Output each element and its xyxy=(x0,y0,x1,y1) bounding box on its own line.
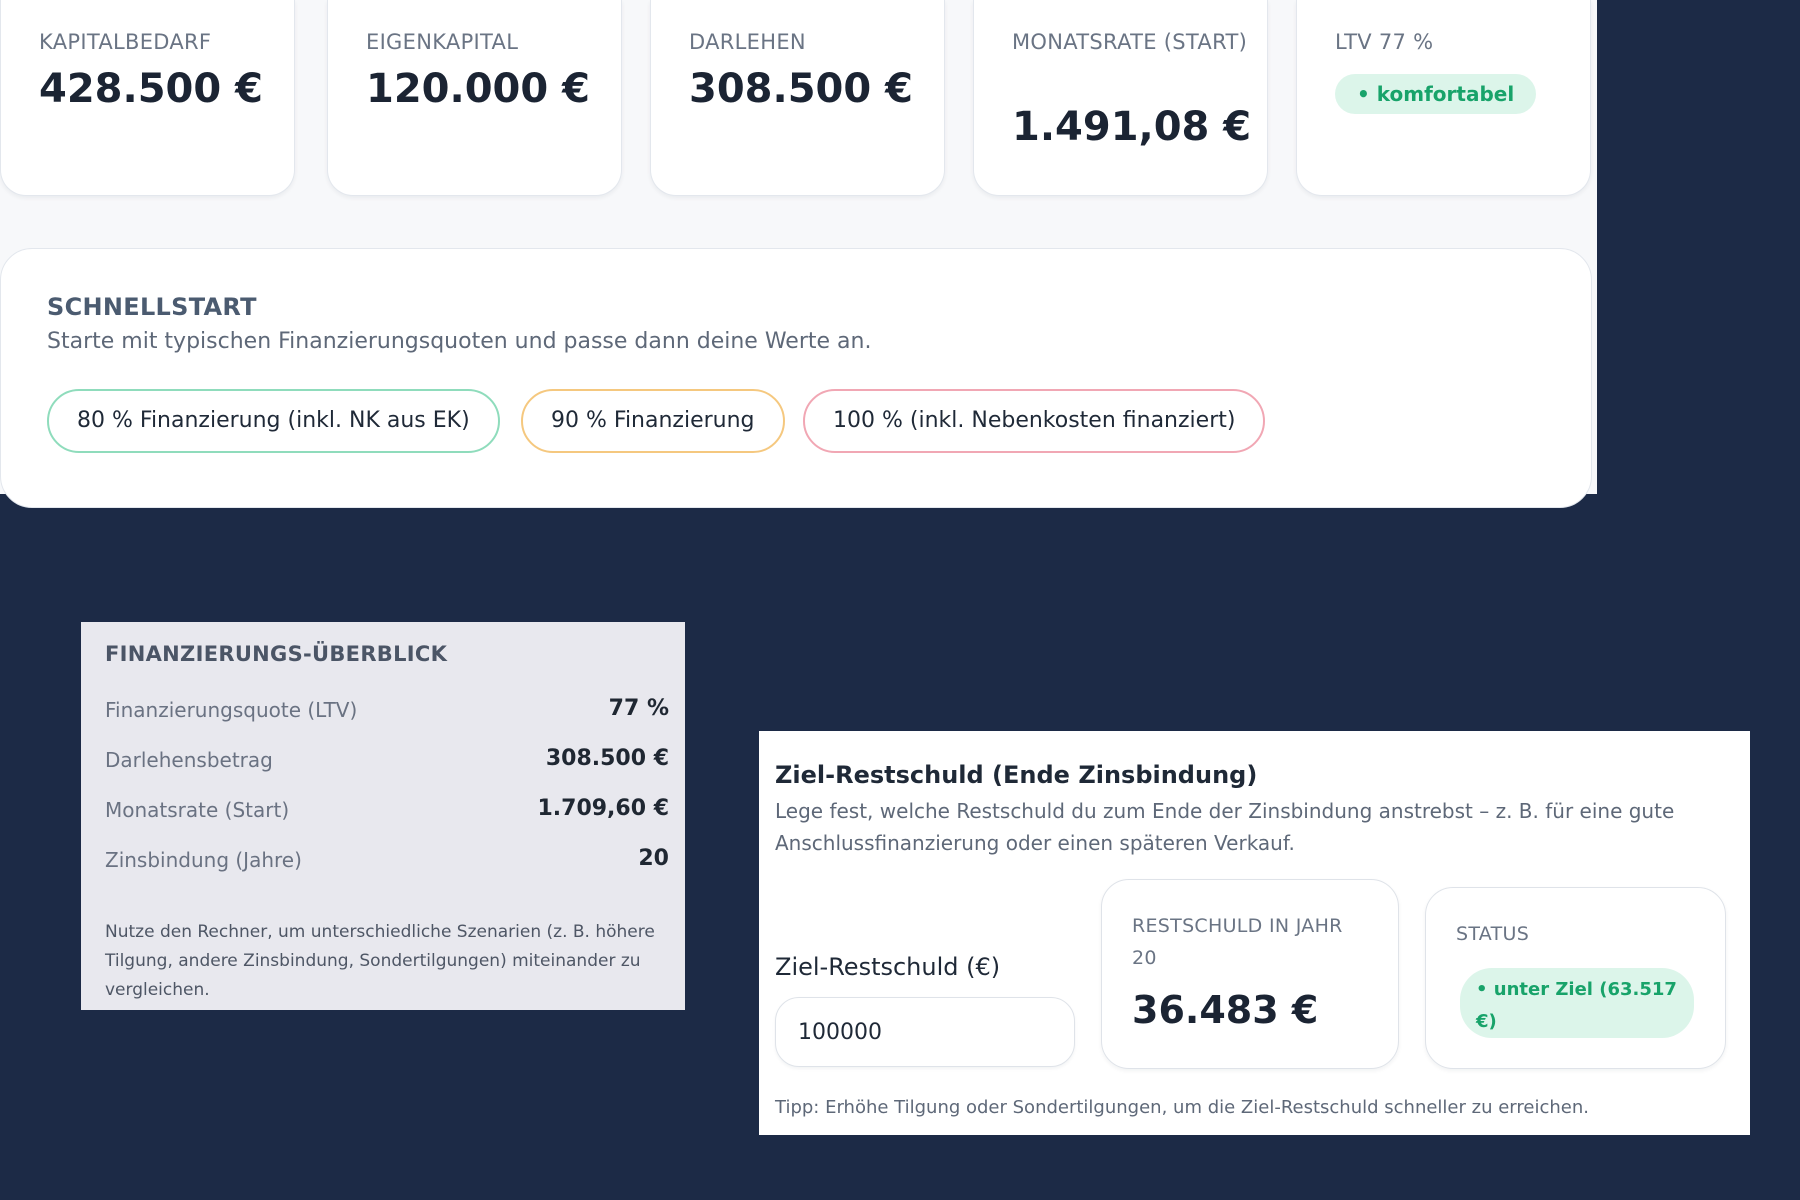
overview-row-value: 20 xyxy=(638,846,669,871)
target-input-label: Ziel-Restschuld (€) xyxy=(775,953,1001,981)
overview-row-label: Finanzierungsquote (LTV) xyxy=(105,698,358,722)
overview-title: FINANZIERUNGS-ÜBERBLICK xyxy=(105,642,448,666)
kpi-card-darlehen: DARLEHEN 308.500 € xyxy=(650,0,945,196)
overview-row-value: 1.709,60 € xyxy=(537,796,669,821)
kpi-label: DARLEHEN xyxy=(689,30,806,54)
kpi-label: EIGENKAPITAL xyxy=(366,30,519,54)
overview-row-value: 77 % xyxy=(608,696,669,721)
overview-row: Monatsrate (Start) 1.709,60 € xyxy=(105,794,669,834)
kpi-label: KAPITALBEDARF xyxy=(39,30,212,54)
kpi-value: 120.000 € xyxy=(366,66,590,112)
target-title: Ziel-Restschuld (Ende Zinsbindung) xyxy=(775,761,1258,789)
kpi-card-eigenkapital: EIGENKAPITAL 120.000 € xyxy=(327,0,622,196)
residual-debt-value: 36.483 € xyxy=(1132,988,1319,1032)
kpi-value: 428.500 € xyxy=(39,66,263,112)
preset-80-button[interactable]: 80 % Finanzierung (inkl. NK aus EK) xyxy=(47,389,500,453)
residual-debt-label: RESTSCHULD IN JAHR 20 xyxy=(1132,915,1343,969)
overview-row: Finanzierungsquote (LTV) 77 % xyxy=(105,694,669,734)
overview-row: Zinsbindung (Jahre) 20 xyxy=(105,844,669,884)
target-residual-debt-card: Ziel-Restschuld (Ende Zinsbindung) Lege … xyxy=(759,731,1750,1135)
target-description: Lege fest, welche Restschuld du zum Ende… xyxy=(775,799,1675,855)
overview-row-label: Darlehensbetrag xyxy=(105,748,273,772)
residual-debt-card: RESTSCHULD IN JAHR 20 36.483 € xyxy=(1101,879,1399,1069)
target-tip: Tipp: Erhöhe Tilgung oder Sondertilgunge… xyxy=(775,1097,1589,1118)
overview-row: Darlehensbetrag 308.500 € xyxy=(105,744,669,784)
overview-row-label: Monatsrate (Start) xyxy=(105,798,290,822)
kpi-value: 1.491,08 € xyxy=(1012,104,1252,150)
overview-note: Nutze den Rechner, um unterschiedliche S… xyxy=(105,922,655,1000)
ltv-status-badge: • komfortabel xyxy=(1335,74,1537,114)
status-card: STATUS • unter Ziel (63.517 €) xyxy=(1425,887,1726,1069)
quickstart-title: SCHNELLSTART xyxy=(47,293,257,321)
target-residual-input[interactable] xyxy=(775,997,1075,1067)
financing-overview-card: FINANZIERUNGS-ÜBERBLICK Finanzierungsquo… xyxy=(81,622,685,1010)
overview-row-value: 308.500 € xyxy=(545,746,669,771)
kpi-label: MONATSRATE (START) xyxy=(1012,30,1248,54)
overview-row-label: Zinsbindung (Jahre) xyxy=(105,848,302,872)
status-label: STATUS xyxy=(1456,923,1530,945)
quickstart-card: SCHNELLSTART Starte mit typischen Finanz… xyxy=(0,248,1592,508)
preset-90-button[interactable]: 90 % Finanzierung xyxy=(521,389,785,453)
kpi-label: LTV 77 % xyxy=(1335,30,1434,54)
kpi-card-ltv: LTV 77 % • komfortabel xyxy=(1296,0,1591,196)
preset-100-button[interactable]: 100 % (inkl. Nebenkosten finanziert) xyxy=(803,389,1266,453)
summary-panel: KAPITALBEDARF 428.500 € EIGENKAPITAL 120… xyxy=(0,0,1597,508)
kpi-card-kapitalbedarf: KAPITALBEDARF 428.500 € xyxy=(0,0,295,196)
kpi-card-monatsrate: MONATSRATE (START) 1.491,08 € xyxy=(973,0,1268,196)
status-badge: • unter Ziel (63.517 €) xyxy=(1460,968,1694,1038)
quickstart-description: Starte mit typischen Finanzierungsquoten… xyxy=(47,329,872,354)
kpi-value: 308.500 € xyxy=(689,66,913,112)
